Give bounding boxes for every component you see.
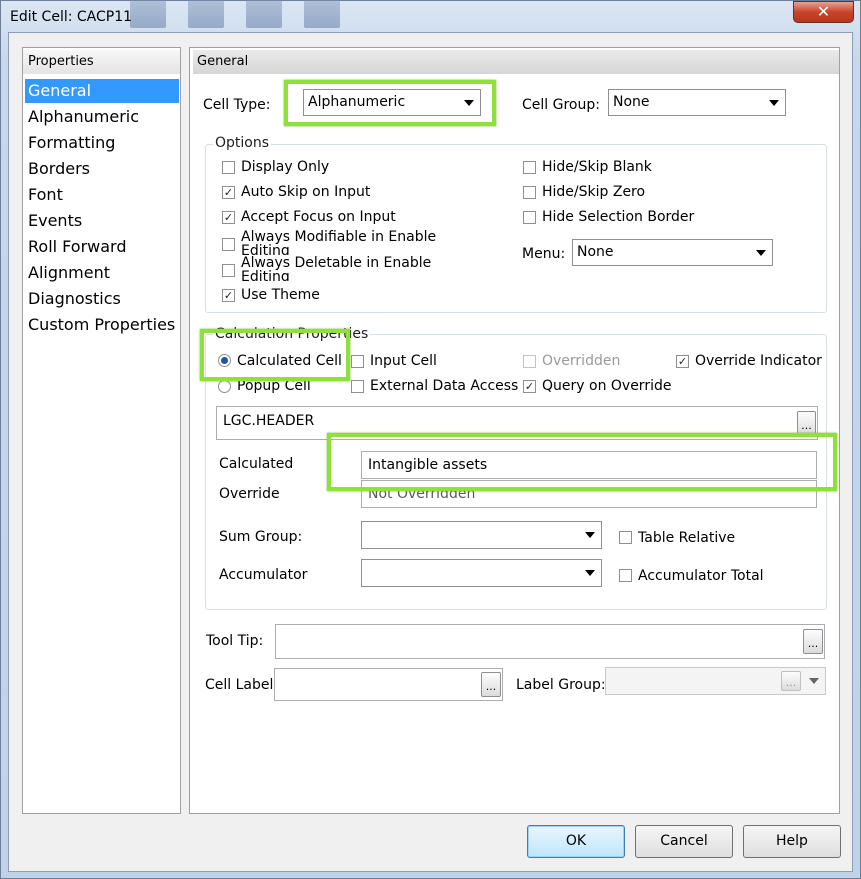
- properties-header: Properties: [23, 50, 180, 74]
- menu-label: Menu:: [522, 246, 566, 262]
- input-cell-checkbox[interactable]: [351, 355, 364, 368]
- cell-label-label: Cell Label:: [205, 677, 279, 693]
- table-relative-checkbox[interactable]: [619, 531, 632, 544]
- hide-skip-blank-checkbox[interactable]: [523, 161, 536, 174]
- nav-item-roll-forward[interactable]: Roll Forward: [25, 235, 179, 259]
- chevron-down-icon: [464, 100, 474, 106]
- tooltip-label: Tool Tip:: [206, 633, 264, 649]
- sum-group-select[interactable]: [361, 521, 602, 549]
- calculation-group-title: Calculation Properties: [213, 326, 371, 342]
- cell-group-value: None: [613, 94, 650, 110]
- options-group-title: Options: [213, 135, 272, 151]
- hide-skip-blank-label: Hide/Skip Blank: [542, 159, 652, 175]
- hide-skip-zero-label: Hide/Skip Zero: [542, 184, 646, 200]
- override-value-field: Not Overridden: [361, 480, 817, 508]
- cell-group-select[interactable]: None: [608, 89, 786, 116]
- chevron-down-icon: [585, 532, 595, 538]
- close-button[interactable]: ✕: [793, 1, 854, 23]
- chevron-down-icon: [769, 100, 779, 106]
- use-theme-label: Use Theme: [241, 287, 320, 303]
- nav-item-diagnostics[interactable]: Diagnostics: [25, 287, 179, 311]
- background-toolbar-icons: [130, 0, 430, 34]
- accumulator-total-label: Accumulator Total: [638, 568, 764, 584]
- query-on-override-label: Query on Override: [542, 378, 672, 394]
- hide-selection-border-label: Hide Selection Border: [542, 209, 695, 225]
- cell-group-label: Cell Group:: [522, 97, 600, 113]
- overridden-checkbox[interactable]: [523, 355, 536, 368]
- calculated-value: Intangible assets: [368, 457, 488, 473]
- popup-cell-label: Popup Cell: [237, 378, 311, 394]
- check-icon: ✓: [223, 211, 234, 224]
- cell-label-browse-button[interactable]: ...: [481, 672, 501, 697]
- check-icon: ✓: [223, 289, 234, 302]
- hide-skip-zero-checkbox[interactable]: [523, 186, 536, 199]
- general-header: General: [193, 50, 839, 74]
- formula-value: LGC.HEADER: [223, 413, 315, 429]
- table-relative-label: Table Relative: [638, 530, 736, 546]
- nav-item-alphanumeric[interactable]: Alphanumeric: [25, 105, 179, 129]
- query-on-override-checkbox[interactable]: ✓: [523, 380, 536, 393]
- nav-item-custom-properties[interactable]: Custom Properties: [25, 313, 179, 337]
- menu-value: None: [577, 244, 614, 260]
- nav-item-general[interactable]: General: [25, 79, 179, 103]
- ok-button[interactable]: OK: [527, 825, 625, 858]
- check-icon: ✓: [524, 380, 535, 393]
- override-value: Not Overridden: [368, 486, 476, 502]
- formula-browse-button[interactable]: ...: [797, 411, 816, 435]
- always-deletable-checkbox[interactable]: [222, 264, 235, 277]
- nav-item-events[interactable]: Events: [25, 209, 179, 233]
- accumulator-total-checkbox[interactable]: [619, 569, 632, 582]
- calculated-value-field: Intangible assets: [361, 451, 817, 479]
- auto-skip-label: Auto Skip on Input: [241, 184, 371, 200]
- accept-focus-checkbox[interactable]: ✓: [222, 211, 235, 224]
- display-only-label: Display Only: [241, 159, 330, 175]
- cell-label-field[interactable]: [274, 668, 503, 701]
- external-data-label: External Data Access: [370, 378, 519, 394]
- help-button[interactable]: Help: [743, 825, 841, 858]
- cell-type-label: Cell Type:: [203, 97, 271, 113]
- cell-type-value: Alphanumeric: [308, 94, 406, 110]
- tooltip-browse-button[interactable]: ...: [803, 629, 823, 654]
- overridden-label: Overridden: [542, 353, 621, 369]
- accumulator-label: Accumulator: [219, 567, 308, 583]
- auto-skip-checkbox[interactable]: ✓: [222, 186, 235, 199]
- sum-group-label: Sum Group:: [219, 529, 303, 545]
- check-icon: ✓: [677, 355, 688, 368]
- display-only-checkbox[interactable]: [222, 161, 235, 174]
- nav-item-alignment[interactable]: Alignment: [25, 261, 179, 285]
- chevron-down-icon: [585, 570, 595, 576]
- calculated-label: Calculated: [219, 456, 294, 472]
- input-cell-label: Input Cell: [370, 353, 437, 369]
- hide-selection-border-checkbox[interactable]: [523, 211, 536, 224]
- label-group-select[interactable]: ...: [605, 667, 826, 695]
- calculated-cell-label: Calculated Cell: [237, 353, 342, 369]
- calculated-cell-radio[interactable]: [218, 354, 231, 367]
- label-group-browse-button[interactable]: ...: [781, 671, 801, 691]
- popup-cell-radio[interactable]: [218, 380, 231, 393]
- always-modifiable-label: Always Modifiable in Enable Editing: [241, 230, 437, 255]
- override-indicator-checkbox[interactable]: ✓: [676, 355, 689, 368]
- label-group-label: Label Group:: [516, 677, 606, 693]
- chevron-down-icon: [756, 250, 766, 256]
- cancel-button[interactable]: Cancel: [635, 825, 733, 858]
- accept-focus-label: Accept Focus on Input: [241, 209, 396, 225]
- menu-select[interactable]: None: [572, 239, 773, 266]
- override-indicator-label: Override Indicator: [695, 353, 822, 369]
- cell-type-select[interactable]: Alphanumeric: [303, 89, 481, 116]
- override-label: Override: [219, 486, 280, 502]
- tooltip-field[interactable]: [275, 624, 825, 659]
- always-deletable-label: Always Deletable in Enable Editing: [241, 256, 432, 281]
- nav-item-font[interactable]: Font: [25, 183, 179, 207]
- nav-item-borders[interactable]: Borders: [25, 157, 179, 181]
- window-title: Edit Cell: CACP11: [10, 9, 133, 25]
- use-theme-checkbox[interactable]: ✓: [222, 289, 235, 302]
- nav-item-formatting[interactable]: Formatting: [25, 131, 179, 155]
- accumulator-select[interactable]: [361, 559, 602, 587]
- external-data-checkbox[interactable]: [351, 380, 364, 393]
- always-modifiable-checkbox[interactable]: [222, 238, 235, 251]
- chevron-down-icon: [809, 678, 819, 684]
- check-icon: ✓: [223, 186, 234, 199]
- formula-field[interactable]: LGC.HEADER: [216, 406, 818, 440]
